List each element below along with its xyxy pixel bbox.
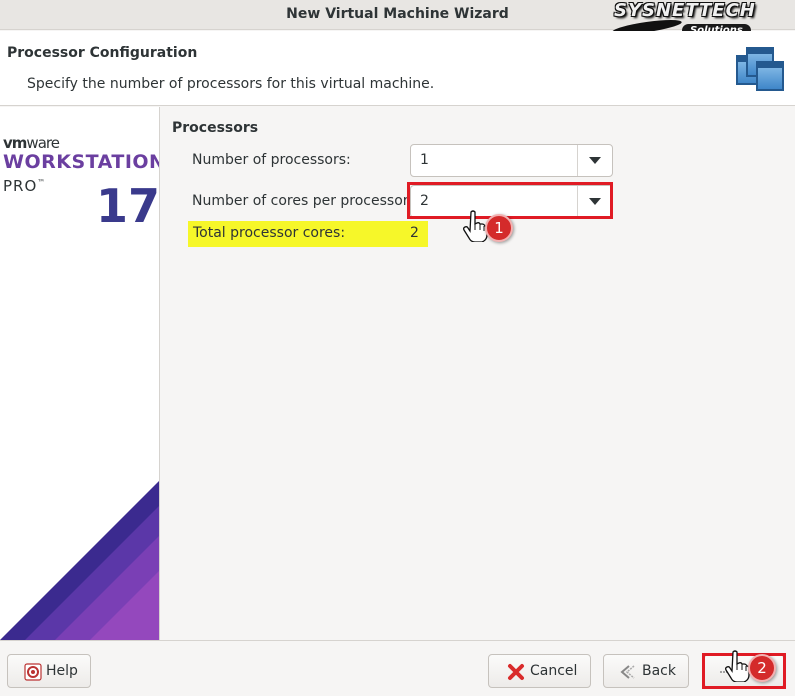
total-cores-highlight: Total processor cores: 2 [188, 221, 428, 247]
back-label: Back [642, 663, 676, 679]
help-label: Help [46, 663, 78, 679]
cores-highlight-box [407, 182, 613, 219]
cancel-x-icon [508, 664, 524, 680]
wizard-windows-icon [736, 43, 786, 95]
processor-settings-panel: Processors Number of processors: 1 Numbe… [161, 107, 795, 640]
product-name: WORKSTATION [3, 151, 160, 173]
page-description: Specify the number of processors for thi… [27, 76, 435, 92]
sidebar-branding: vmware WORKSTATION PRO™ 17 [0, 107, 160, 640]
total-cores-label: Total processor cores: [193, 225, 346, 241]
help-button[interactable]: Help [7, 654, 91, 688]
hand-cursor-icon [725, 650, 750, 682]
chevron-down-icon[interactable] [578, 145, 612, 176]
cores-per-processor-label: Number of cores per processor: [192, 193, 413, 209]
product-edition: PRO™ [3, 177, 47, 195]
back-arrow-icon [620, 665, 635, 679]
section-title: Processors [172, 120, 259, 136]
page-title: Processor Configuration [7, 45, 198, 61]
cancel-label: Cancel [530, 663, 578, 679]
num-processors-combo[interactable]: 1 [410, 144, 613, 177]
back-button[interactable]: Back [603, 654, 689, 688]
step-badge-1: 1 [485, 214, 513, 242]
help-icon [24, 663, 42, 681]
product-version: 17 [96, 179, 160, 233]
num-processors-value: 1 [420, 152, 429, 168]
wizard-footer: Help Cancel Back 2 [0, 640, 795, 696]
wizard-header: Processor Configuration Specify the numb… [0, 31, 795, 106]
num-processors-label: Number of processors: [192, 152, 351, 168]
watermark-brand: SYSNETTECH [614, 0, 756, 21]
vmware-logo: vmware [3, 134, 60, 152]
decorative-stripes [0, 481, 159, 640]
cancel-button[interactable]: Cancel [488, 654, 591, 688]
step-badge-2: 2 [748, 654, 776, 682]
total-cores-value: 2 [410, 225, 419, 241]
